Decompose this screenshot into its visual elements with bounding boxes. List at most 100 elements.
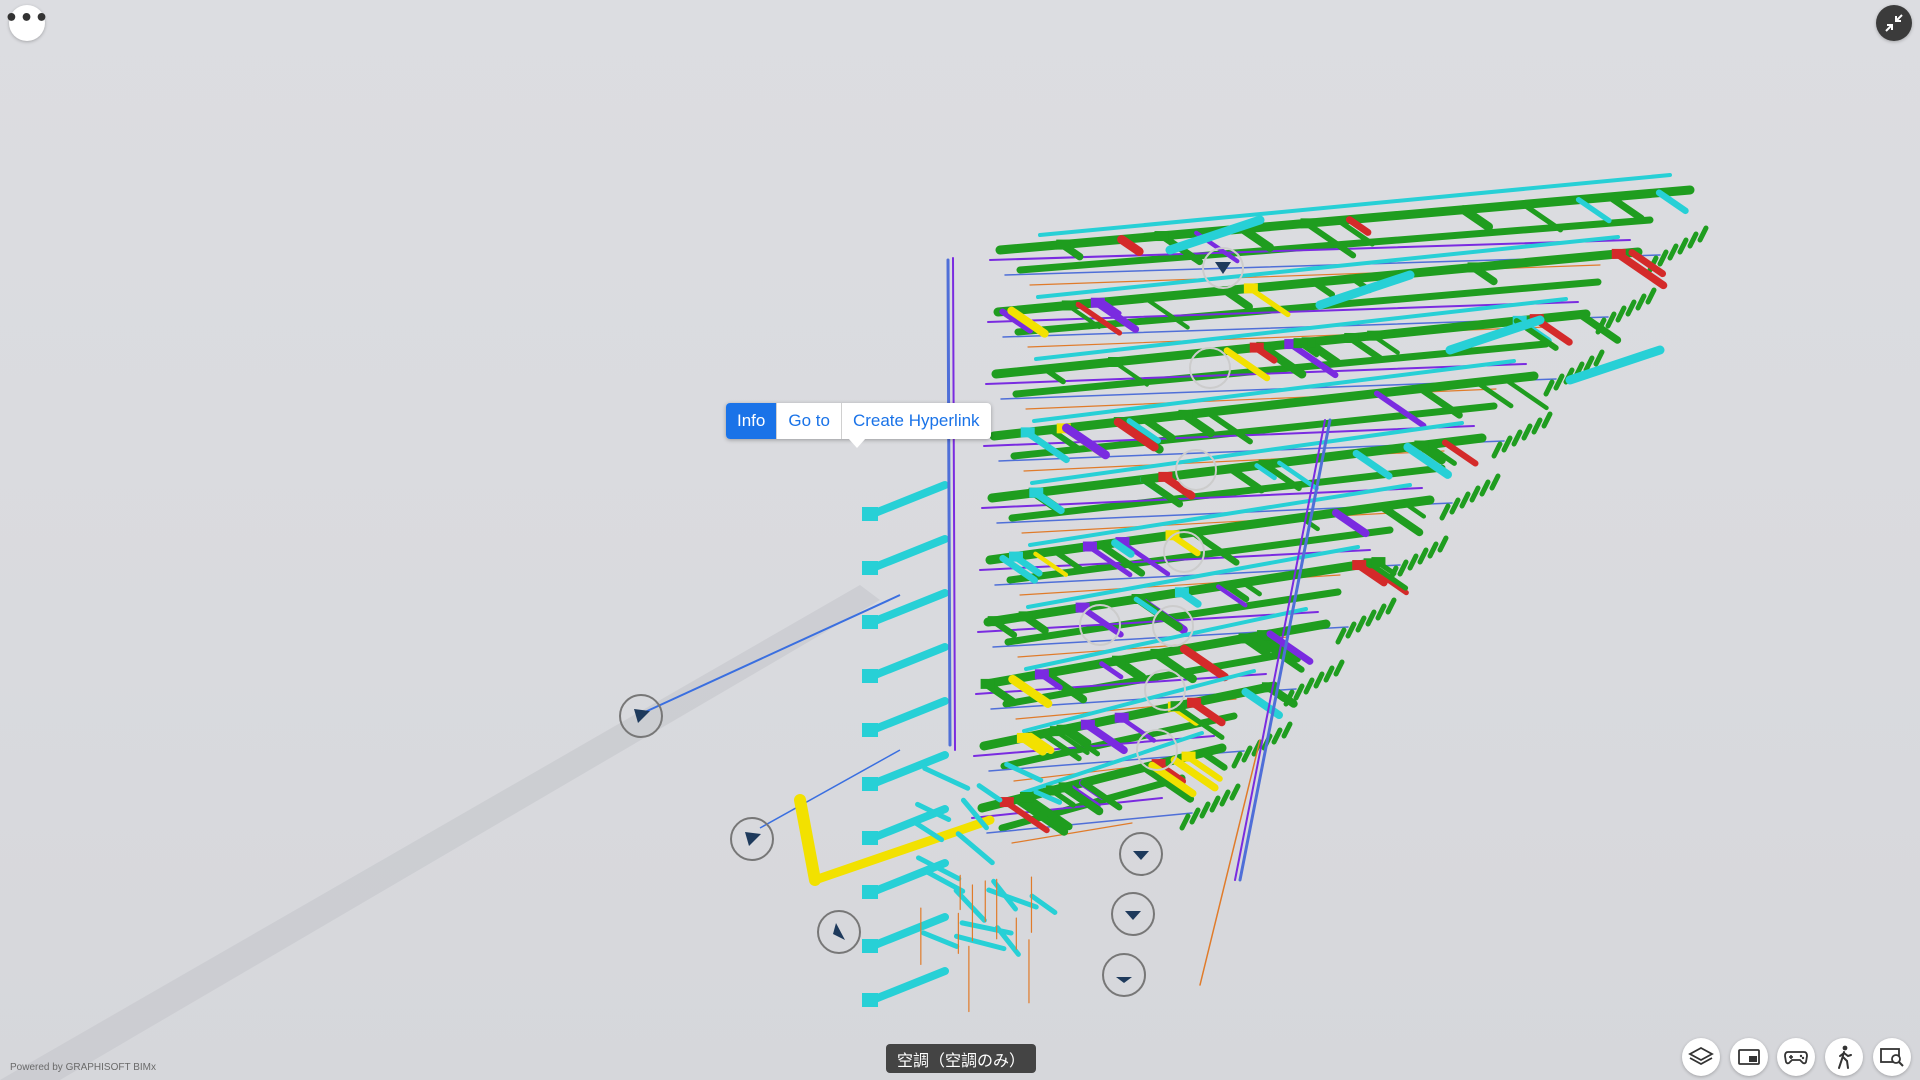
pipe-segment bbox=[1407, 553, 1419, 571]
pipe-segment bbox=[1606, 193, 1645, 222]
layers-icon bbox=[1688, 1046, 1714, 1066]
pipe-segment bbox=[1467, 262, 1482, 273]
pipe-segment bbox=[1199, 749, 1228, 771]
pipe-segment bbox=[862, 831, 878, 845]
pipe-segment bbox=[1300, 218, 1315, 229]
pipe-segment bbox=[1075, 602, 1090, 613]
pipe-segment bbox=[1281, 721, 1293, 739]
pipe-segment bbox=[1593, 349, 1605, 367]
pipe-segment bbox=[1243, 283, 1258, 294]
pipe-segment bbox=[1521, 423, 1533, 441]
pipe-segment bbox=[1231, 751, 1243, 769]
pipe-segment bbox=[866, 535, 949, 573]
context-menu: Info Go to Create Hyperlink bbox=[726, 403, 991, 439]
pipe-segment bbox=[1333, 659, 1345, 677]
gamepad-icon bbox=[1784, 1051, 1808, 1065]
pipe-segment bbox=[1687, 231, 1699, 249]
pipe-segment bbox=[980, 678, 995, 689]
pipe-segment bbox=[955, 831, 995, 866]
pipe-segment bbox=[1046, 785, 1061, 796]
pipe-segment bbox=[976, 783, 1003, 803]
pipe-segment bbox=[1178, 409, 1193, 420]
pipe-segment bbox=[1474, 379, 1514, 409]
context-menu-go-to[interactable]: Go to bbox=[777, 403, 842, 439]
pipe-segment bbox=[1158, 471, 1173, 482]
pipe-segment bbox=[1531, 417, 1543, 435]
mep-pipe-network[interactable] bbox=[794, 0, 1709, 1013]
pipe-segment bbox=[794, 794, 821, 886]
search-view-button[interactable] bbox=[1873, 1038, 1911, 1076]
pipe-segment bbox=[1018, 611, 1033, 622]
pipe-segment bbox=[862, 723, 878, 737]
camera-marker[interactable] bbox=[817, 910, 861, 954]
model-viewport[interactable] bbox=[0, 0, 1920, 1080]
pipe-segment bbox=[1489, 473, 1501, 491]
pipe-segment bbox=[862, 885, 878, 899]
pipe-segment bbox=[952, 257, 956, 751]
walk-mode-button[interactable] bbox=[1825, 1038, 1863, 1076]
pipe-segment bbox=[1511, 429, 1523, 447]
collapse-arrows-icon bbox=[1885, 14, 1903, 32]
pipe-segment bbox=[1303, 677, 1315, 695]
pipe-segment bbox=[866, 481, 949, 519]
pipe-segment bbox=[1187, 697, 1202, 708]
camera-marker[interactable] bbox=[1111, 892, 1155, 936]
pipe-segment bbox=[1174, 587, 1189, 598]
pipe-segment bbox=[862, 615, 878, 629]
pipe-segment bbox=[1385, 597, 1397, 615]
pipe-segment bbox=[1058, 782, 1073, 793]
collapse-view-button[interactable] bbox=[1876, 5, 1912, 41]
pipe-segment bbox=[1335, 627, 1347, 645]
pipe-segment bbox=[959, 920, 1014, 936]
layer-combination-label[interactable]: 空調（空調のみ） bbox=[886, 1044, 1037, 1073]
pipe-segment bbox=[1332, 508, 1370, 538]
pipe-segment bbox=[1154, 231, 1169, 242]
pipe-segment bbox=[1367, 330, 1382, 341]
pipe-segment bbox=[1199, 739, 1261, 986]
pipe-segment bbox=[866, 967, 949, 1005]
pipe-segment bbox=[866, 697, 949, 735]
viewport-button[interactable] bbox=[1730, 1038, 1768, 1076]
pipe-segment bbox=[1219, 789, 1231, 807]
pipe-segment bbox=[862, 561, 878, 575]
pipe-segment bbox=[946, 258, 952, 747]
pipe-segment bbox=[866, 913, 949, 951]
pipe-segment bbox=[1427, 541, 1439, 559]
pipe-segment bbox=[1056, 724, 1071, 735]
pipe-segment bbox=[1061, 300, 1076, 311]
pipe-segment bbox=[1355, 615, 1367, 633]
context-menu-info[interactable]: Info bbox=[726, 403, 778, 439]
camera-marker[interactable] bbox=[730, 817, 774, 861]
pipe-segment bbox=[1469, 485, 1481, 503]
pipe-segment bbox=[1019, 792, 1034, 803]
pipe-segment bbox=[1397, 559, 1409, 577]
pipe-segment bbox=[921, 930, 960, 949]
pipe-segment bbox=[1020, 427, 1035, 438]
pipe-segment bbox=[1056, 239, 1071, 250]
context-menu-create-hyperlink[interactable]: Create Hyperlink bbox=[842, 403, 991, 439]
pipe-line bbox=[759, 749, 901, 829]
gamepad-button[interactable] bbox=[1777, 1038, 1815, 1076]
pipe-segment bbox=[866, 589, 949, 627]
pipe-segment bbox=[1615, 305, 1627, 323]
pipe-segment bbox=[1677, 237, 1689, 255]
more-horizontal-icon: ••• bbox=[4, 6, 50, 31]
more-menu-button[interactable]: ••• bbox=[4, 5, 49, 41]
pipe-segment bbox=[1229, 783, 1241, 801]
pipe-segment bbox=[1323, 665, 1335, 683]
pipe-segment bbox=[1271, 727, 1283, 745]
search-view-icon bbox=[1880, 1048, 1904, 1067]
pipe-segment bbox=[862, 777, 878, 791]
pipe-segment bbox=[862, 939, 878, 953]
pipe-segment bbox=[1082, 541, 1097, 552]
pipe-segment bbox=[1543, 379, 1555, 397]
pipe-segment bbox=[1352, 560, 1367, 571]
pipe-segment bbox=[1553, 373, 1565, 391]
layers-button[interactable] bbox=[1682, 1038, 1720, 1076]
camera-marker[interactable] bbox=[1119, 832, 1163, 876]
pipe-segment bbox=[1345, 621, 1357, 639]
camera-marker[interactable] bbox=[1102, 953, 1146, 997]
pipe-segment bbox=[1249, 342, 1264, 353]
pipe-segment bbox=[1293, 338, 1308, 349]
pipe-segment bbox=[866, 643, 949, 681]
